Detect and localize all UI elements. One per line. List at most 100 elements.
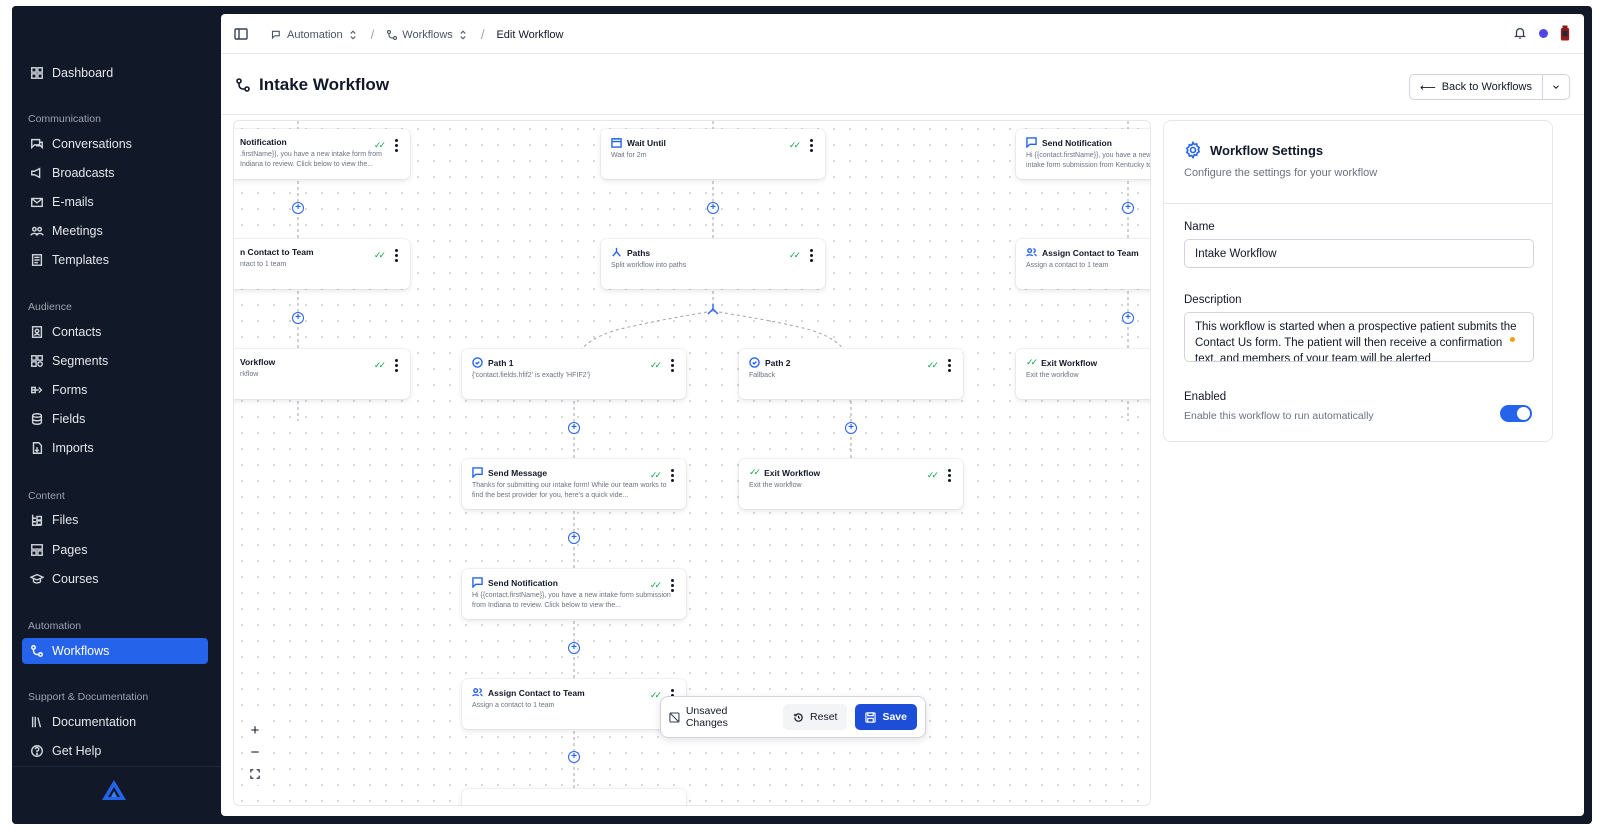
add-step-button[interactable]: + [1122,312,1134,324]
top-bar-actions [1513,25,1570,41]
name-value: Intake Workflow [1195,247,1277,260]
more-vertical-icon[interactable] [671,359,674,372]
node-assign-contact-path-1[interactable]: Assign Contact to Team Assign a contact … [462,679,686,729]
sidebar-item-conversations[interactable]: Conversations [22,131,208,157]
node-exit-workflow[interactable]: Vorkflow rkflow ✓✓ [234,349,410,399]
sidebar-item-label: Templates [52,253,109,267]
fit-view-button[interactable] [244,763,266,785]
zoom-out-button[interactable]: − [244,741,266,763]
message-square-icon [472,577,483,588]
more-vertical-icon[interactable] [671,579,674,592]
back-to-workflows-button[interactable]: ⟵ Back to Workflows [1408,74,1570,100]
add-step-button[interactable]: + [568,642,580,654]
segments-icon [30,354,44,368]
save-icon [865,711,877,723]
toggle-knob [1517,407,1530,420]
sidebar-item-pages[interactable]: Pages [22,537,208,563]
back-button-main[interactable]: ⟵ Back to Workflows [1410,75,1543,99]
workflow-canvas[interactable]: Notification .firstName}}, you have a ne… [233,120,1151,806]
node-next[interactable] [462,789,686,805]
node-send-message[interactable]: Send Message Thanks for submitting our i… [462,459,686,509]
add-step-button[interactable]: + [845,422,857,434]
sidebar-toggle-icon[interactable] [233,26,249,42]
fullscreen-icon [250,769,260,779]
add-step-button[interactable]: + [568,751,580,763]
header-divider [221,114,1584,115]
check-icon: ✓✓ [649,690,662,700]
sidebar-item-broadcasts[interactable]: Broadcasts [22,160,208,186]
sidebar-item-fields[interactable]: Fields [22,406,208,432]
description-value: This workflow is started when a prospect… [1195,321,1517,362]
add-step-button[interactable]: + [292,312,304,324]
sidebar-item-dashboard[interactable]: Dashboard [22,60,208,86]
spellcheck-indicator [1510,337,1515,342]
back-button-dropdown[interactable] [1543,75,1569,99]
reset-button[interactable]: Reset [783,704,848,730]
more-vertical-icon[interactable] [395,359,398,372]
save-label: Save [882,711,907,723]
node-assign-contact-right[interactable]: Assign Contact to Team Assign a contact … [1016,239,1150,289]
breadcrumb-automation[interactable]: Automation [271,29,359,41]
sidebar-item-files[interactable]: Files [22,507,208,533]
more-vertical-icon[interactable] [671,469,674,482]
node-send-notification-path-1[interactable]: Send Notification Hi {{contact.firstName… [462,569,686,619]
sidebar-item-emails[interactable]: E-mails [22,189,208,215]
node-title: Vorkflow [240,357,276,367]
add-step-button[interactable]: + [707,202,719,214]
sidebar-item-workflows[interactable]: Workflows [22,638,208,664]
description-textarea[interactable]: This workflow is started when a prospect… [1184,312,1534,362]
sidebar-item-segments[interactable]: Segments [22,348,208,374]
bell-icon[interactable] [1513,26,1527,40]
sidebar-item-meetings[interactable]: Meetings [22,218,208,244]
arrow-left-icon: ⟵ [1419,81,1436,94]
node-title: Notification [240,137,287,147]
more-vertical-icon[interactable] [810,249,813,262]
node-send-notification-right[interactable]: Send Notification Hi {{contact.firstName… [1016,129,1150,179]
chat-icon [30,137,44,151]
avatar[interactable] [1560,25,1570,41]
section-automation: Automation [28,620,82,632]
unsaved-changes-bar: Unsaved Changes Reset Save [660,696,926,738]
sidebar-item-help[interactable]: Get Help [22,738,208,764]
breadcrumb-current: Edit Workflow [496,28,564,41]
enabled-toggle[interactable] [1500,405,1532,422]
sidebar-item-templates[interactable]: Templates [22,247,208,273]
more-vertical-icon[interactable] [395,139,398,152]
sidebar-item-documentation[interactable]: Documentation [22,709,208,735]
pages-icon [30,543,44,557]
name-input[interactable]: Intake Workflow [1184,239,1534,268]
breadcrumb-workflows[interactable]: Workflows [386,29,469,41]
contacts-icon [30,325,44,339]
reset-label: Reset [810,711,838,723]
library-icon [30,715,44,729]
zoom-in-button[interactable]: + [244,719,266,741]
node-exit-workflow-right[interactable]: ✓✓ Exit Workflow Exit the workflow [1016,349,1150,399]
app-window: Dashboard Communication Conversations Br… [12,6,1592,824]
more-vertical-icon[interactable] [395,249,398,262]
save-button[interactable]: Save [855,704,917,730]
more-vertical-icon[interactable] [810,139,813,152]
sidebar-item-courses[interactable]: Courses [22,566,208,592]
node-path-1[interactable]: Path 1 {'contact.fields.hfif2' is exactl… [462,349,686,399]
enabled-help: Enable this workflow to run automaticall… [1184,410,1374,422]
sidebar-item-forms[interactable]: Forms [22,377,208,403]
node-paths[interactable]: Paths Split workflow into paths ✓✓ [601,239,825,289]
sidebar-item-contacts[interactable]: Contacts [22,319,208,345]
mail-icon [30,195,44,209]
node-assign-contact-to-team[interactable]: n Contact to Team ntact to 1 team ✓✓ [234,239,410,289]
add-step-button[interactable]: + [1122,202,1134,214]
more-vertical-icon[interactable] [948,359,951,372]
more-vertical-icon[interactable] [948,469,951,482]
sidebar-item-label: Fields [52,412,86,426]
add-step-button[interactable]: + [568,532,580,544]
sidebar-item-label: Imports [52,441,94,455]
check-circle-icon [749,357,760,368]
check-icon: ✓✓ [649,360,662,370]
add-step-button[interactable]: + [292,202,304,214]
add-step-button[interactable]: + [568,422,580,434]
node-exit-workflow-path-2[interactable]: ✓✓ Exit Workflow Exit the workflow ✓✓ [739,459,963,509]
node-send-notification[interactable]: Notification .firstName}}, you have a ne… [234,129,410,179]
node-wait-until[interactable]: Wait Until Wait for 2m ✓✓ [601,129,825,179]
sidebar-item-imports[interactable]: Imports [22,435,208,461]
node-path-2[interactable]: Path 2 Fallback ✓✓ [739,349,963,399]
